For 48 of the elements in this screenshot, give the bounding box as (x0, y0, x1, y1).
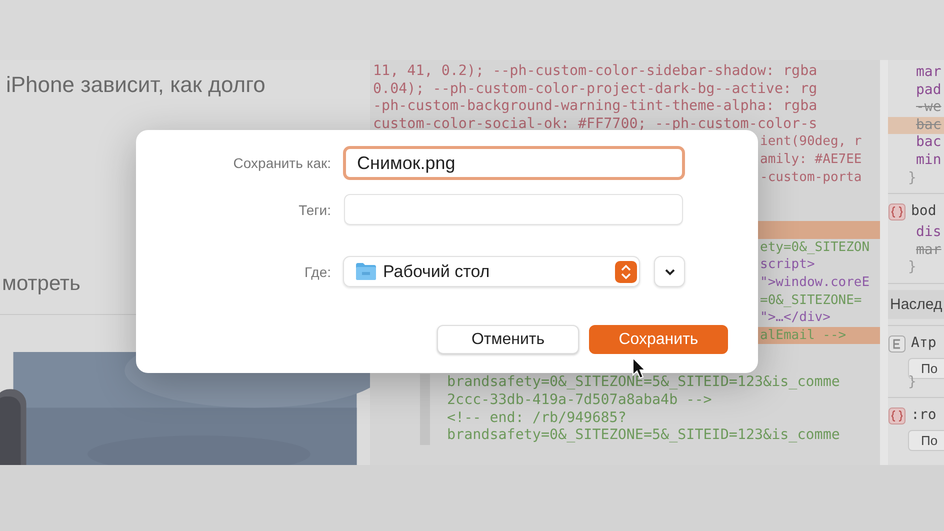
style-property: bac (916, 116, 942, 133)
code-line: ety=0&_SITEZON (760, 240, 870, 255)
filename-field[interactable]: Снимок.png (343, 146, 685, 180)
code-line: custom-color-social-ok: #FF7700; --ph-custom-color-s (373, 116, 818, 132)
code-line: brandsafety=0&_SITEZONE=5&_SITEID=123&is_comme (447, 427, 840, 444)
style-property: bac (916, 134, 942, 150)
closing-brace: } (908, 170, 916, 186)
code-line: 0.04); --ph-custom-color-project-dark-bg--active: rg (373, 80, 818, 97)
style-property: mar (916, 64, 942, 80)
code-line: 2ccc-33db-419a-7d507a8aba4b --> (447, 392, 712, 408)
code-line: ">window.coreE (760, 274, 870, 290)
folder-icon (356, 263, 376, 280)
braces-icon (888, 407, 906, 426)
section-header: Наслед (890, 296, 942, 313)
section-label: Атр (911, 335, 936, 353)
stepper-icon (615, 260, 637, 282)
code-line: alEmail --> (760, 328, 846, 343)
code-line: =0&_SITEZONE= (760, 292, 862, 308)
style-property: pad (916, 82, 942, 98)
element-icon (888, 334, 906, 353)
braces-icon (888, 203, 906, 222)
watch-link[interactable]: мотреть (2, 272, 80, 296)
style-property: min (916, 152, 942, 168)
expand-button[interactable] (654, 256, 685, 287)
location-popup[interactable]: Рабочий стол (343, 256, 640, 287)
rule-selector: :ro (911, 407, 936, 425)
field-label: Теги: (298, 202, 331, 218)
code-line: amily: #AE7EE (760, 152, 862, 167)
style-property: -we (916, 99, 942, 116)
article-headline: iPhone зависит, как долго (6, 72, 266, 98)
tags-field[interactable] (344, 194, 683, 225)
code-line: ">…</div> (760, 310, 830, 326)
cancel-button[interactable]: Отменить (437, 325, 579, 354)
style-property: dis (916, 224, 942, 240)
style-button[interactable]: По (908, 430, 944, 452)
closing-brace: } (908, 259, 916, 276)
style-property: mar (916, 242, 942, 258)
chevron-down-icon (664, 268, 676, 276)
code-line: -ph-custom-background-warning-tint-theme-alpha: rgba (373, 98, 818, 114)
code-line: brandsafety=0&_SITEZONE=5&_SITEID=123&is_comme (447, 374, 840, 390)
field-label: Где: (304, 264, 331, 280)
code-line: ient(90deg, r (760, 134, 862, 150)
code-line: 11, 41, 0.2); --ph-custom-color-sidebar-shadow: rgba (373, 63, 818, 79)
code-line: -custom-porta (760, 170, 862, 185)
field-label: Сохранить как: (233, 155, 331, 171)
code-line: script> (760, 257, 815, 272)
code-line: <!-- end: /rb/949685? (447, 410, 626, 426)
rule-selector: bod (911, 203, 936, 221)
